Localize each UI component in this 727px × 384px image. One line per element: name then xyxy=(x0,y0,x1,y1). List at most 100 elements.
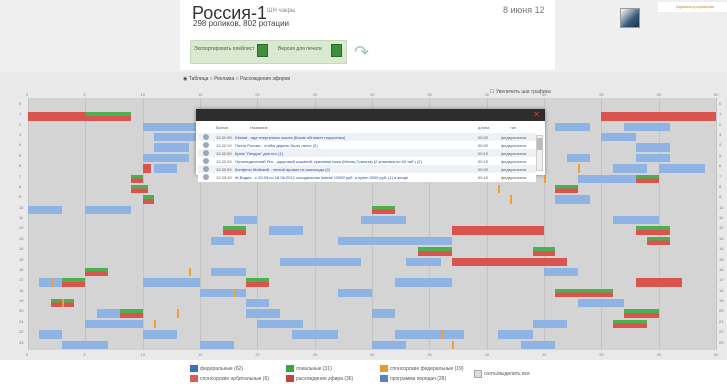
ad-block-federal[interactable] xyxy=(566,153,590,163)
sponsor-marker[interactable] xyxy=(50,278,53,287)
option-ads[interactable]: Реклама xyxy=(214,76,234,82)
sponsor-marker[interactable] xyxy=(188,267,191,277)
ad-block-federal[interactable] xyxy=(245,299,269,308)
checkbox-icon[interactable]: ☐ xyxy=(490,89,494,95)
ad-block-federal[interactable] xyxy=(268,226,304,235)
row-title-link[interactable]: Kitekat - еда энергичных кошек (Басик об… xyxy=(235,135,477,140)
ad-block-local[interactable] xyxy=(635,226,671,235)
ad-block-federal[interactable] xyxy=(154,143,189,152)
sponsor-marker[interactable] xyxy=(234,288,237,298)
broadcast-date[interactable]: 8 июня 12 xyxy=(503,5,545,15)
ad-block-diverge[interactable] xyxy=(28,112,86,121)
ad-block-federal[interactable] xyxy=(555,195,590,204)
ad-block-local[interactable] xyxy=(635,174,659,183)
ad-block-local[interactable] xyxy=(372,205,395,215)
play-icon[interactable] xyxy=(203,166,209,172)
print-version-button[interactable]: Версия для печати xyxy=(278,46,322,52)
ad-block-federal[interactable] xyxy=(245,309,281,318)
ad-block-federal[interactable] xyxy=(372,309,395,318)
ad-block-federal[interactable] xyxy=(383,236,453,246)
row-title-link[interactable]: Ортопедический Яго - здоровый кошачий, к… xyxy=(235,159,477,164)
ad-block-federal[interactable] xyxy=(85,205,132,215)
legend-program[interactable]: программа передач (28) xyxy=(390,376,446,382)
export-playlist-button[interactable]: Экспортировать плейлист xyxy=(194,46,254,52)
ad-block-local[interactable] xyxy=(222,226,246,235)
ad-block-federal[interactable] xyxy=(142,122,200,132)
ad-block-federal[interactable] xyxy=(200,340,235,349)
ad-block-local[interactable] xyxy=(131,184,149,194)
sponsor-marker[interactable] xyxy=(544,174,546,183)
option-diverge[interactable]: Расхождения эфиров xyxy=(240,76,290,82)
admin-link[interactable]: Администрирование xyxy=(676,4,714,9)
ad-block-federal[interactable] xyxy=(234,216,258,225)
row-title-link[interactable]: Почта России - чтобы дарить было легче (… xyxy=(235,143,477,148)
ad-block-local[interactable] xyxy=(647,236,671,246)
radio-icon[interactable]: ◉ xyxy=(183,76,187,82)
row-title-link[interactable]: Ж.Видео - с 29.05 по 18.06.2012 холодиль… xyxy=(235,175,477,180)
ad-block-federal[interactable] xyxy=(544,267,579,277)
ad-block-federal[interactable] xyxy=(624,122,671,132)
play-icon[interactable] xyxy=(203,158,209,164)
ad-block-local[interactable] xyxy=(417,247,453,256)
legend-sponsor-orb[interactable]: спонсорские орбитальные (6) xyxy=(200,376,269,382)
ad-block-federal[interactable] xyxy=(211,267,246,277)
ad-block-local[interactable] xyxy=(119,309,143,318)
ad-block-federal[interactable] xyxy=(62,340,109,349)
legend-local[interactable]: локальные (31) xyxy=(296,366,332,372)
row-title-link[interactable]: Конфеты Майский - легкий аромат из шокол… xyxy=(235,167,477,172)
sponsor-marker[interactable] xyxy=(498,184,501,194)
ad-block-federal[interactable] xyxy=(394,278,453,287)
sponsor-marker[interactable] xyxy=(452,340,455,349)
legend-swatch-local[interactable] xyxy=(286,365,294,372)
legend-swatch-diverge[interactable] xyxy=(286,375,294,382)
play-icon[interactable] xyxy=(203,142,209,148)
ad-block-federal[interactable] xyxy=(142,278,200,287)
ad-block-local[interactable] xyxy=(62,278,86,287)
ad-block-local[interactable] xyxy=(85,112,132,121)
ad-block-federal[interactable] xyxy=(28,205,63,215)
ad-block-diverge[interactable] xyxy=(452,226,544,235)
ad-block-diverge[interactable] xyxy=(635,278,682,287)
ad-block-local[interactable] xyxy=(555,184,579,194)
ad-block-diverge[interactable] xyxy=(452,257,567,266)
ad-block-federal[interactable] xyxy=(578,299,625,308)
ad-block-federal[interactable] xyxy=(532,319,567,329)
ad-block-diverge[interactable] xyxy=(601,112,716,121)
toggle-all-label[interactable]: снять/выделить все xyxy=(484,371,530,377)
legend-sponsor-fed[interactable]: спонсорские федеральные (19) xyxy=(390,366,464,372)
ad-block-federal[interactable] xyxy=(612,216,659,225)
ad-block-federal[interactable] xyxy=(360,216,407,225)
ad-block-federal[interactable] xyxy=(154,133,200,142)
ad-block-federal[interactable] xyxy=(498,330,533,339)
popup-scrollbar[interactable] xyxy=(536,135,543,171)
ad-block-local[interactable] xyxy=(624,309,659,318)
row-title-link[interactable]: Крем "Лендис" для ног (1) xyxy=(235,151,477,156)
ad-block-diverge[interactable] xyxy=(142,164,151,173)
ad-block-federal[interactable] xyxy=(612,164,648,173)
ad-block-local[interactable] xyxy=(245,278,269,287)
sponsor-marker[interactable] xyxy=(440,330,443,339)
ad-block-federal[interactable] xyxy=(200,288,246,298)
ad-block-federal[interactable] xyxy=(555,122,590,132)
ad-block-federal[interactable] xyxy=(154,164,178,173)
legend-swatch-sponsor-orb[interactable] xyxy=(190,375,198,382)
ad-block-federal[interactable] xyxy=(658,164,705,173)
option-table[interactable]: Таблица xyxy=(189,76,209,82)
play-icon[interactable] xyxy=(203,150,209,156)
ad-block-local[interactable] xyxy=(85,267,109,277)
ad-block-federal[interactable] xyxy=(406,257,441,266)
legend-swatch-federal[interactable] xyxy=(190,365,198,372)
ad-block-federal[interactable] xyxy=(635,153,671,163)
ad-block-federal[interactable] xyxy=(394,330,464,339)
ad-block-local[interactable] xyxy=(131,174,143,183)
ad-block-federal[interactable] xyxy=(578,174,636,183)
close-icon[interactable]: ✕ xyxy=(533,110,540,119)
ad-block-federal[interactable] xyxy=(142,330,178,339)
ad-block-local[interactable] xyxy=(532,247,556,256)
ad-block-federal[interactable] xyxy=(39,330,63,339)
sponsor-marker[interactable] xyxy=(62,299,65,308)
play-icon[interactable] xyxy=(203,174,209,180)
play-icon[interactable] xyxy=(203,134,209,140)
excel-icon[interactable] xyxy=(257,44,268,57)
ad-block-federal[interactable] xyxy=(257,319,304,329)
